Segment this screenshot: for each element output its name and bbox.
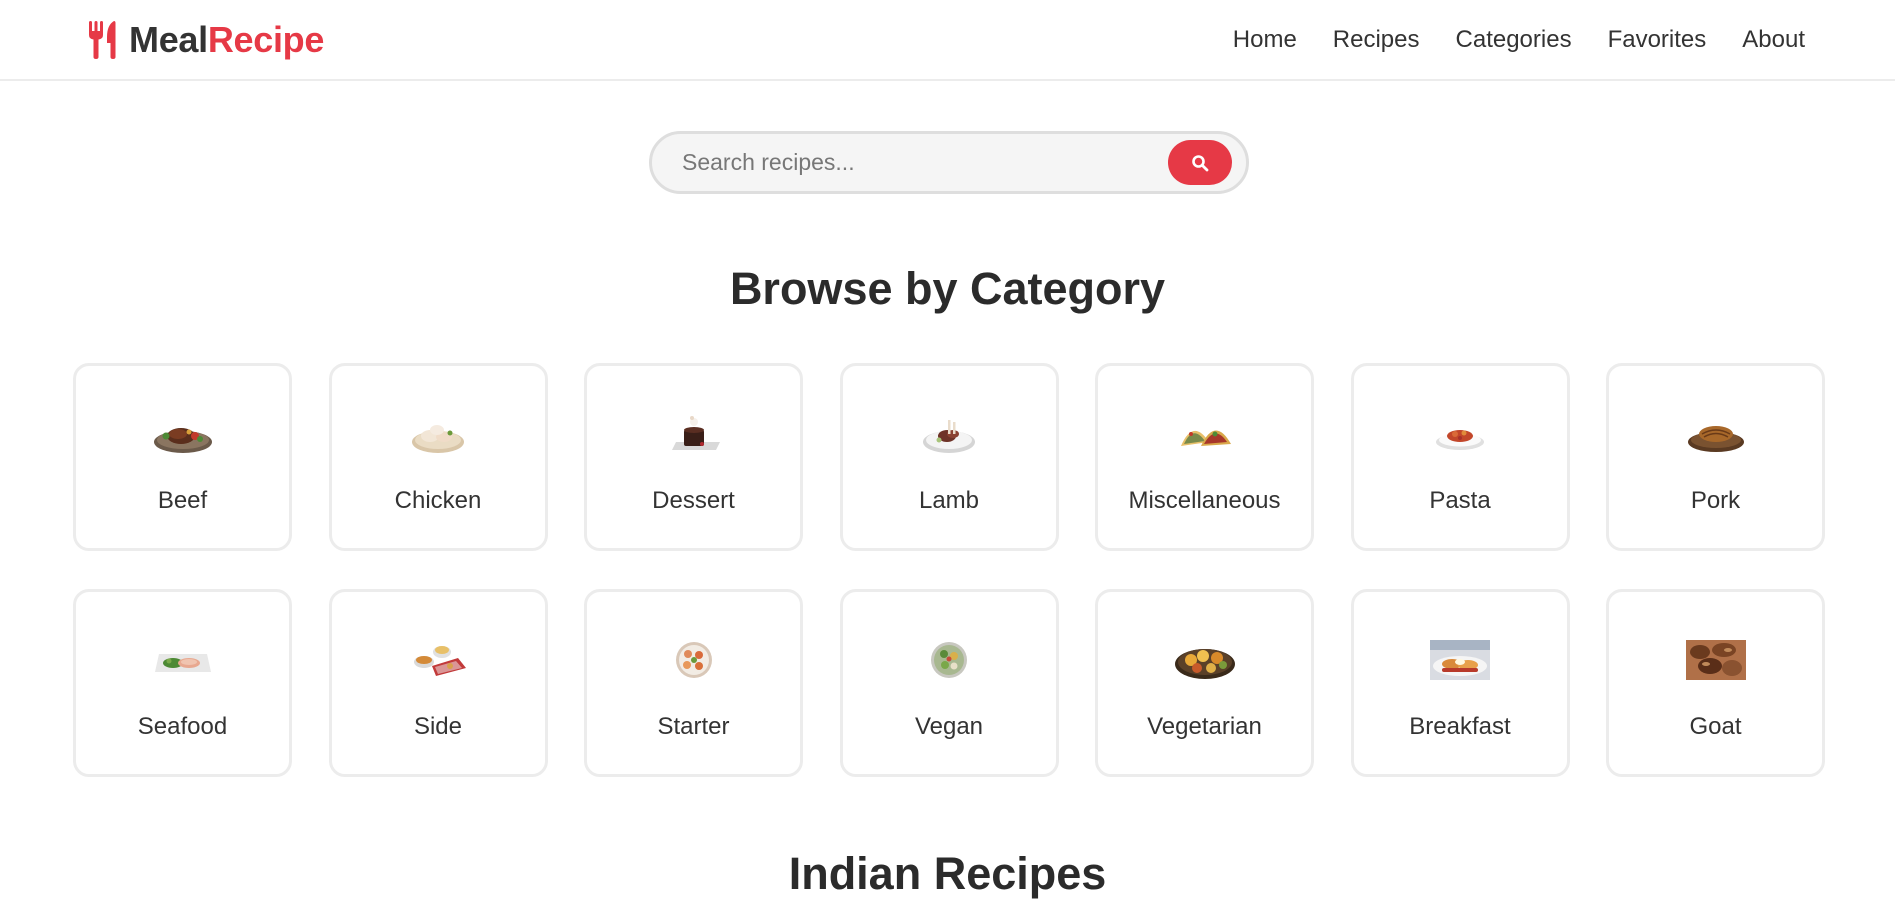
tacos-dish-image — [1180, 430, 1231, 446]
category-card-vegan[interactable]: Vegan — [839, 589, 1059, 777]
lamb-dish-image — [923, 420, 975, 453]
category-label: Lamb — [918, 487, 980, 514]
search-button[interactable] — [1168, 140, 1232, 185]
logo-text-recipe: Recipe — [207, 19, 325, 60]
search-icon — [1192, 154, 1209, 171]
chicken-dish-image — [412, 425, 464, 453]
category-card-beef[interactable]: Beef — [73, 363, 292, 551]
vegetarian-dish-image — [1174, 649, 1235, 679]
dessert-dish-image — [671, 416, 720, 450]
search-bar — [649, 131, 1249, 194]
vegan-dish-image — [931, 642, 967, 678]
breakfast-dish-image — [1430, 640, 1490, 680]
category-label: Vegetarian — [1147, 713, 1262, 740]
category-card-lamb[interactable]: Lamb — [839, 363, 1059, 551]
category-card-seafood[interactable]: Seafood — [73, 589, 292, 777]
pasta-dish-image — [1436, 430, 1484, 450]
logo[interactable]: MealRecipe — [87, 19, 324, 61]
nav-categories[interactable]: Categories — [1456, 24, 1572, 56]
nav-about[interactable]: About — [1742, 24, 1805, 56]
category-card-breakfast[interactable]: Breakfast — [1350, 589, 1570, 777]
category-card-side[interactable]: Side — [328, 589, 548, 777]
logo-text: MealRecipe — [129, 19, 324, 61]
logo-text-meal: Meal — [129, 19, 208, 60]
category-label: Pork — [1690, 487, 1741, 514]
starter-dish-image — [675, 642, 712, 678]
category-card-vegetarian[interactable]: Vegetarian — [1095, 589, 1314, 777]
category-label: Breakfast — [1409, 713, 1511, 740]
category-label: Side — [413, 713, 463, 740]
category-card-starter[interactable]: Starter — [584, 589, 803, 777]
site-header: MealRecipe Home Recipes Categories Favor… — [0, 0, 1895, 81]
category-card-chicken[interactable]: Chicken — [328, 363, 548, 551]
nav-favorites[interactable]: Favorites — [1608, 24, 1707, 56]
goat-dish-image — [1685, 640, 1746, 680]
utensils-icon — [89, 21, 116, 59]
search-input[interactable] — [682, 134, 1142, 191]
nav-home[interactable]: Home — [1233, 24, 1297, 56]
category-card-pasta[interactable]: Pasta — [1350, 363, 1570, 551]
browse-category-title: Browse by Category — [729, 263, 1166, 314]
category-label: Seafood — [137, 713, 228, 740]
side-dish-image — [414, 646, 466, 676]
category-label: Beef — [157, 487, 208, 514]
pork-dish-image — [1687, 426, 1744, 452]
seafood-dish-image — [154, 654, 211, 672]
category-label: Miscellaneous — [1128, 487, 1281, 514]
category-card-dessert[interactable]: Dessert — [584, 363, 803, 551]
category-grid: Beef Chicken Dessert Lamb Miscellaneous … — [73, 363, 1825, 777]
category-card-pork[interactable]: Pork — [1606, 363, 1825, 551]
category-label: Pasta — [1429, 487, 1491, 514]
category-label: Chicken — [394, 487, 482, 514]
main-nav: Home Recipes Categories Favorites About — [1233, 24, 1805, 56]
category-card-miscellaneous[interactable]: Miscellaneous — [1095, 363, 1314, 551]
category-label: Goat — [1689, 713, 1742, 740]
indian-recipes-title: Indian Recipes — [788, 848, 1107, 899]
category-label: Dessert — [652, 487, 735, 514]
category-label: Vegan — [914, 713, 984, 740]
beef-dish-image — [153, 428, 212, 453]
category-label: Starter — [657, 713, 730, 740]
nav-recipes[interactable]: Recipes — [1333, 24, 1420, 56]
category-card-goat[interactable]: Goat — [1606, 589, 1825, 777]
